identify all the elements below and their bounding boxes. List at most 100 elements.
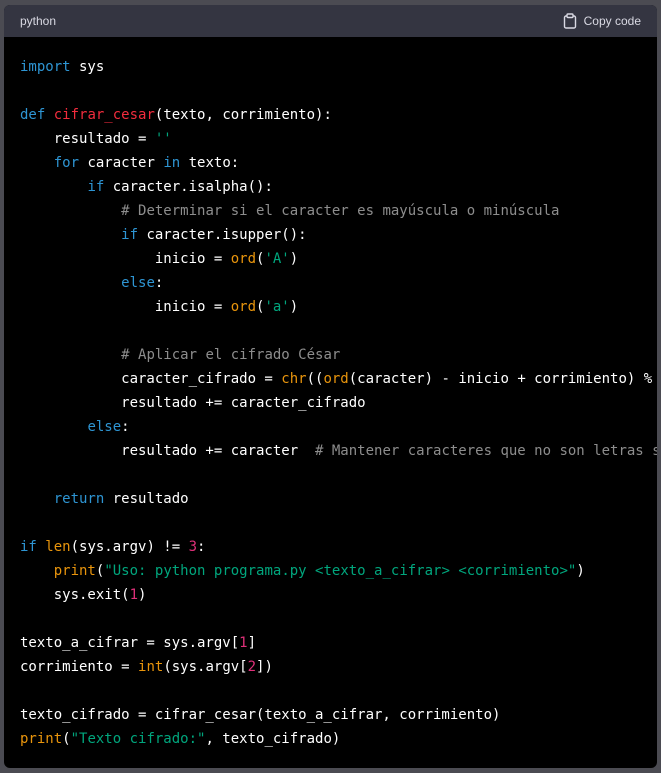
- code-text: caracter_cifrado =: [20, 371, 282, 387]
- code-line: if len(sys.argv) != 3:: [20, 535, 641, 559]
- code-line: inicio = ord('A'): [20, 247, 641, 271]
- code-string: 'A': [264, 251, 290, 267]
- code-comment: # Aplicar el cifrado César: [121, 347, 341, 363]
- code-text: ): [576, 563, 585, 579]
- code-line: sys.exit(1): [20, 583, 641, 607]
- code-text: (sys.argv[: [163, 659, 248, 675]
- code-text: (: [62, 731, 71, 747]
- code-line: print("Uso: python programa.py <texto_a_…: [20, 559, 641, 583]
- code-text: texto:: [180, 155, 240, 171]
- code-line: texto_cifrado = cifrar_cesar(texto_a_cif…: [20, 703, 641, 727]
- code-builtin: ord: [230, 251, 257, 267]
- code-line: # Aplicar el cifrado César: [20, 343, 641, 367]
- code-string: 'a': [264, 299, 290, 315]
- code-keyword: if: [87, 179, 105, 195]
- code-text: texto_a_cifrar = sys.argv[: [20, 635, 240, 651]
- code-builtin: print: [20, 731, 63, 747]
- code-content[interactable]: import sys def cifrar_cesar(texto, corrim…: [4, 37, 657, 751]
- code-line: inicio = ord('a'): [20, 295, 641, 319]
- code-string: '': [154, 131, 172, 147]
- code-text: :: [121, 419, 130, 435]
- code-function-name: cifrar_cesar: [53, 107, 155, 123]
- code-line: if caracter.isupper():: [20, 223, 641, 247]
- code-keyword: def: [20, 107, 46, 123]
- code-number: 3: [188, 539, 198, 555]
- code-line: def cifrar_cesar(texto, corrimiento):: [20, 103, 641, 127]
- code-text: inicio =: [20, 299, 231, 315]
- code-text: corrimiento =: [20, 659, 139, 675]
- code-line: corrimiento = int(sys.argv[2]): [20, 655, 641, 679]
- code-text: ((: [306, 371, 324, 387]
- code-keyword: in: [163, 155, 181, 171]
- code-line: resultado += caracter # Mantener caracte…: [20, 439, 657, 463]
- code-string: "Texto cifrado:": [70, 731, 206, 747]
- code-text: ): [289, 299, 299, 315]
- code-keyword: else: [121, 275, 155, 291]
- copy-code-label: Copy code: [583, 14, 641, 28]
- code-line: if caracter.isalpha():: [20, 175, 641, 199]
- clipboard-icon: [563, 13, 577, 29]
- code-line: else:: [20, 415, 641, 439]
- code-string: "Uso: python programa.py <texto_a_cifrar…: [104, 563, 577, 579]
- code-builtin: len: [45, 539, 71, 555]
- code-text: sys.exit(: [20, 587, 130, 603]
- code-line: else:: [20, 271, 641, 295]
- code-keyword: if: [20, 539, 37, 555]
- code-line: return resultado: [20, 487, 641, 511]
- code-text: resultado: [104, 491, 189, 507]
- code-line: texto_a_cifrar = sys.argv[1]: [20, 631, 641, 655]
- code-builtin: int: [138, 659, 164, 675]
- code-builtin: ord: [323, 371, 349, 387]
- code-text: (caracter) - inicio + corrimiento) %: [348, 371, 657, 387]
- code-text: ]: [247, 635, 257, 651]
- code-comment: # Mantener caracteres que no son letras …: [315, 443, 657, 459]
- code-line: import sys: [20, 55, 641, 79]
- code-text: :: [154, 275, 164, 291]
- code-text: :: [197, 539, 206, 555]
- code-text: , texto_cifrado): [205, 731, 341, 747]
- code-keyword: return: [53, 491, 105, 507]
- code-text: resultado += caracter: [20, 443, 316, 459]
- code-block: python Copy code import sys def cifrar_ce…: [4, 5, 657, 768]
- code-text: ]): [256, 659, 273, 675]
- code-number: 1: [239, 635, 248, 651]
- code-text: texto_cifrado = cifrar_cesar(texto_a_cif…: [20, 707, 501, 723]
- code-keyword: else: [87, 419, 122, 435]
- code-text: inicio =: [20, 251, 231, 267]
- code-line: for caracter in texto:: [20, 151, 641, 175]
- code-text: caracter: [79, 155, 164, 171]
- code-comment: # Determinar si el caracter es mayúscula…: [121, 203, 560, 219]
- code-text: ): [138, 587, 147, 603]
- code-line: resultado = '': [20, 127, 641, 151]
- code-text: ): [289, 251, 299, 267]
- code-line: caracter_cifrado = chr((ord(caracter) - …: [20, 367, 652, 391]
- code-number: 1: [129, 587, 139, 603]
- code-builtin: chr: [281, 371, 307, 387]
- code-line: resultado += caracter_cifrado: [20, 391, 641, 415]
- code-keyword: for: [53, 155, 80, 171]
- code-builtin: ord: [230, 299, 257, 315]
- code-text: caracter.isalpha():: [104, 179, 273, 195]
- code-keyword: if: [121, 227, 139, 243]
- code-block-header: python Copy code: [4, 5, 657, 37]
- code-text: caracter.isupper():: [138, 227, 307, 243]
- copy-code-button[interactable]: Copy code: [563, 13, 641, 29]
- code-number: 2: [247, 659, 257, 675]
- code-text: (texto, corrimiento):: [154, 107, 332, 123]
- code-text: resultado += caracter_cifrado: [20, 395, 366, 411]
